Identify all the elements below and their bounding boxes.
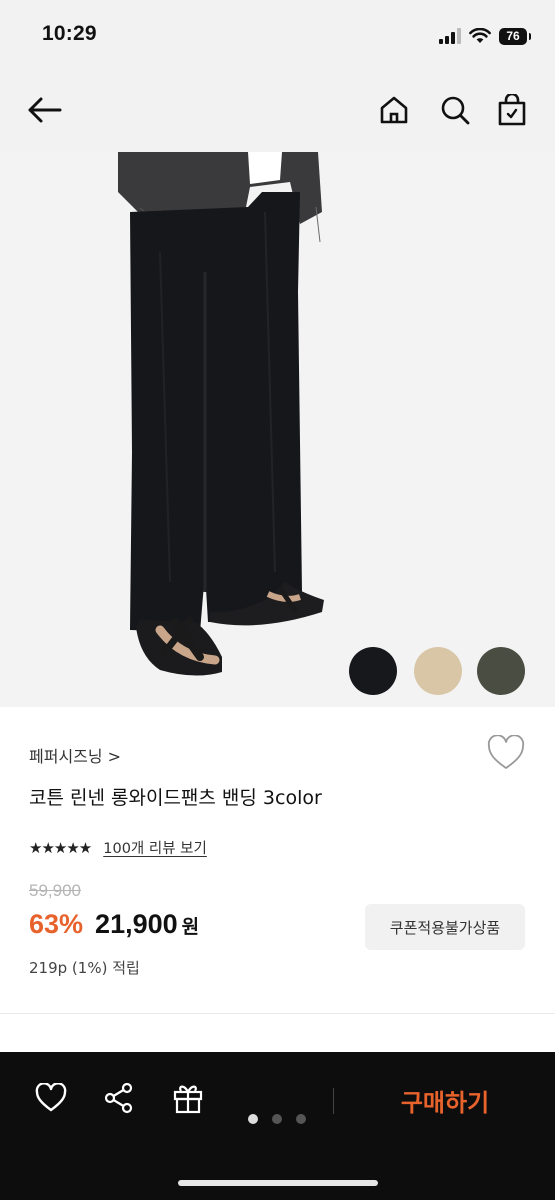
currency-unit: 원 — [181, 916, 200, 938]
heart-icon — [35, 1083, 67, 1112]
home-indicator — [178, 1180, 378, 1186]
home-button[interactable] — [374, 90, 414, 130]
page-dot-active — [248, 1114, 258, 1124]
brand-link[interactable]: 페퍼시즈닝 > — [29, 743, 121, 767]
product-title: 코튼 린넨 롱와이드팬츠 밴딩 3color — [29, 787, 322, 809]
page-indicator — [248, 1114, 306, 1124]
status-bar: 10:29 76 — [0, 0, 555, 70]
search-icon — [441, 96, 470, 125]
buy-button[interactable]: 구매하기 — [360, 1078, 530, 1122]
cellular-signal-icon — [439, 28, 461, 44]
top-nav-bar — [0, 70, 555, 152]
shopping-bag-icon — [498, 94, 526, 126]
review-link[interactable]: 100개 리뷰 보기 — [103, 837, 207, 858]
battery-indicator: 76 — [499, 27, 531, 45]
share-icon — [104, 1082, 133, 1114]
price-row: 63% 21,900 원 — [29, 909, 199, 940]
sale-price: 21,900 — [95, 909, 178, 939]
bottom-bar-separator — [333, 1088, 334, 1114]
back-arrow-icon — [28, 97, 62, 123]
product-image[interactable] — [0, 152, 555, 707]
page-dot — [296, 1114, 306, 1124]
gift-icon — [173, 1085, 203, 1114]
cart-button[interactable] — [492, 90, 532, 130]
rating-stars: ★★★★★ — [29, 838, 92, 857]
original-price: 59,900 — [29, 881, 81, 900]
wide-pants-photo — [118, 152, 324, 676]
color-swatch-black[interactable] — [349, 647, 397, 695]
section-divider — [0, 1013, 555, 1014]
status-icons: 76 — [439, 26, 531, 46]
share-button[interactable] — [101, 1080, 137, 1116]
discount-rate: 63% — [29, 909, 84, 939]
status-time: 10:29 — [42, 22, 97, 45]
product-info: 페퍼시즈닝 > 코튼 린넨 롱와이드팬츠 밴딩 3color ★★★★★ 100… — [0, 707, 555, 1052]
back-button[interactable] — [24, 90, 64, 130]
bottom-action-bar: 구매하기 — [0, 1052, 555, 1200]
wishlist-heart-icon[interactable] — [487, 735, 525, 771]
color-swatch-beige[interactable] — [414, 647, 462, 695]
like-button[interactable] — [33, 1080, 69, 1116]
color-swatch-khaki[interactable] — [477, 647, 525, 695]
home-icon — [380, 96, 408, 124]
coupon-status-button[interactable]: 쿠폰적용불가상품 — [365, 904, 525, 950]
wifi-icon — [469, 28, 491, 43]
page-dot — [272, 1114, 282, 1124]
search-button[interactable] — [435, 90, 475, 130]
rating-row: ★★★★★ 100개 리뷰 보기 — [29, 837, 207, 858]
gift-button[interactable] — [170, 1080, 206, 1116]
reward-points: 219p (1%) 적립 — [29, 959, 140, 977]
